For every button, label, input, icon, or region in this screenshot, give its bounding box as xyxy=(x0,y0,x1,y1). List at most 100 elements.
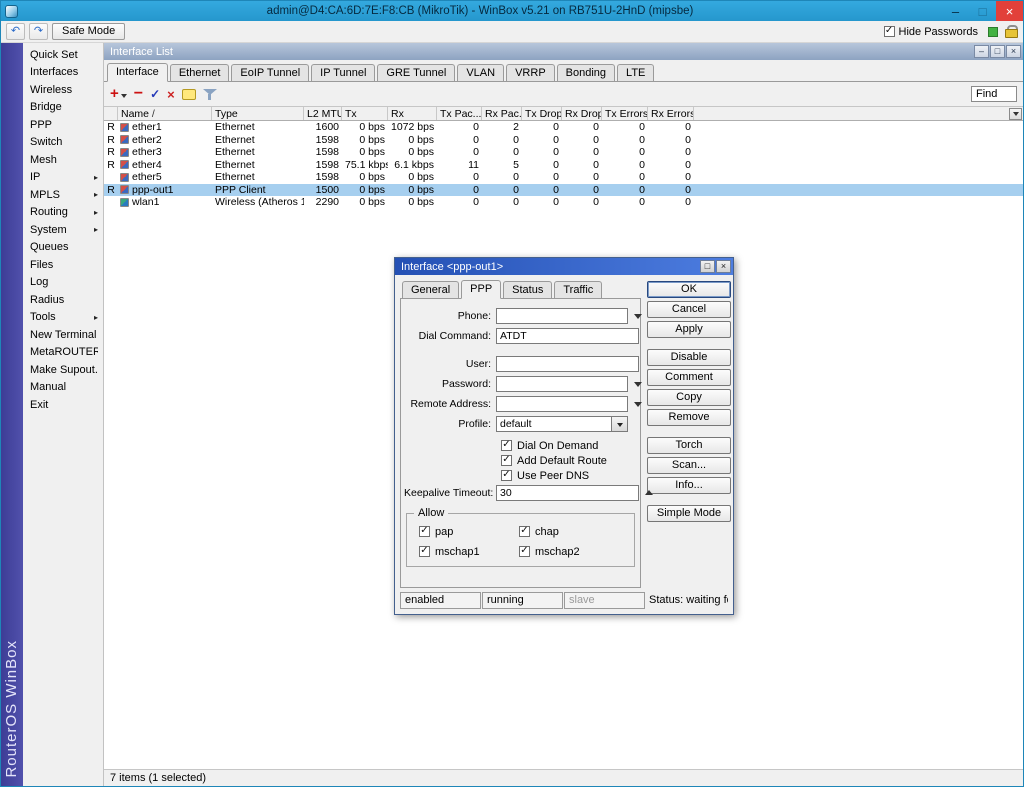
interface-list-titlebar[interactable]: Interface List – □ × xyxy=(104,43,1023,60)
keepalive-up-icon[interactable] xyxy=(645,486,653,495)
dialog-tab[interactable]: General xyxy=(402,281,459,298)
option-checkbox[interactable] xyxy=(501,455,512,466)
user-input[interactable] xyxy=(496,356,639,372)
profile-dropdown-icon[interactable] xyxy=(612,416,628,432)
sidebar-item[interactable]: MetaROUTER xyxy=(23,344,103,362)
remote-address-input[interactable] xyxy=(496,396,628,412)
allow-option-row[interactable]: pap xyxy=(419,524,519,539)
interface-list-tab[interactable]: Bonding xyxy=(557,64,615,81)
sidebar-item[interactable]: Mesh xyxy=(23,151,103,169)
safe-mode-button[interactable]: Safe Mode xyxy=(52,23,125,40)
dialog-button[interactable]: Torch xyxy=(647,437,731,454)
dialog-button[interactable]: Cancel xyxy=(647,301,731,318)
table-row[interactable]: R ppp-out1 PPP Client 1500 0 bps 0 bps 0 xyxy=(104,184,1023,197)
dialog-button[interactable]: Remove xyxy=(647,409,731,426)
profile-combobox[interactable] xyxy=(496,416,628,432)
disable-button[interactable]: × xyxy=(167,86,175,102)
column-header[interactable]: Tx Pac... xyxy=(437,107,482,120)
password-input[interactable] xyxy=(496,376,628,392)
table-row[interactable]: wlan1 Wireless (Atheros 11N) 2290 0 bps … xyxy=(104,196,1023,209)
remove-interface-button[interactable]: − xyxy=(134,86,143,102)
dialog-button[interactable]: Simple Mode xyxy=(647,505,731,522)
sidebar-item[interactable]: Log xyxy=(23,274,103,292)
interface-list-tab[interactable]: VLAN xyxy=(457,64,504,81)
sidebar-item[interactable]: System xyxy=(23,221,103,239)
sidebar-item[interactable]: Make Supout.rif xyxy=(23,361,103,379)
interface-list-tab[interactable]: GRE Tunnel xyxy=(377,64,455,81)
dialog-tab[interactable]: Status xyxy=(503,281,552,298)
option-checkbox[interactable] xyxy=(501,440,512,451)
dialog-restore-icon[interactable]: □ xyxy=(700,260,715,273)
column-header[interactable]: Rx Drops xyxy=(562,107,602,120)
maximize-window-icon[interactable]: □ xyxy=(969,1,996,21)
dialog-button[interactable]: Apply xyxy=(647,321,731,338)
sidebar-item[interactable]: Bridge xyxy=(23,99,103,117)
sidebar-item[interactable]: Quick Set xyxy=(23,46,103,64)
phone-dropdown-icon[interactable] xyxy=(634,314,642,323)
column-header[interactable]: Tx Drops xyxy=(522,107,562,120)
table-row[interactable]: ether5 Ethernet 1598 0 bps 0 bps 0 0 0 0 xyxy=(104,171,1023,184)
table-row[interactable]: R ether4 Ethernet 1598 75.1 kbps 6.1 kbp… xyxy=(104,159,1023,172)
table-row[interactable]: R ether1 Ethernet 1600 0 bps 1072 bps 0 xyxy=(104,121,1023,134)
dialog-button[interactable]: Disable xyxy=(647,349,731,366)
column-header[interactable]: L2 MTU xyxy=(304,107,342,120)
sidebar-item[interactable]: Switch xyxy=(23,134,103,152)
mdi-close-icon[interactable]: × xyxy=(1006,45,1021,58)
sidebar-item[interactable]: Queues xyxy=(23,239,103,257)
sidebar-item[interactable]: Wireless xyxy=(23,81,103,99)
mdi-maximize-icon[interactable]: □ xyxy=(990,45,1005,58)
allow-option-checkbox[interactable] xyxy=(419,546,430,557)
dialog-button[interactable]: Scan... xyxy=(647,457,731,474)
dialog-button[interactable]: Copy xyxy=(647,389,731,406)
sidebar-item[interactable]: PPP xyxy=(23,116,103,134)
sidebar-item[interactable]: Files xyxy=(23,256,103,274)
column-select-icon[interactable] xyxy=(1009,108,1022,120)
sidebar-item[interactable]: New Terminal xyxy=(23,326,103,344)
sidebar-item[interactable]: Interfaces xyxy=(23,64,103,82)
sidebar-item[interactable]: Tools xyxy=(23,309,103,327)
sidebar-item[interactable]: Routing xyxy=(23,204,103,222)
dialog-titlebar[interactable]: Interface <ppp-out1> □ × xyxy=(395,258,733,275)
column-header[interactable]: Rx Errors xyxy=(648,107,694,120)
column-header[interactable]: Tx xyxy=(342,107,388,120)
dial-command-input[interactable] xyxy=(496,328,639,344)
remote-address-dropdown-icon[interactable] xyxy=(634,402,642,411)
interface-list-tab[interactable]: VRRP xyxy=(506,64,555,81)
interface-list-tab[interactable]: LTE xyxy=(617,64,654,81)
option-row[interactable]: Dial On Demand xyxy=(501,438,637,453)
dialog-tab[interactable]: Traffic xyxy=(554,281,602,298)
allow-option-checkbox[interactable] xyxy=(419,526,430,537)
allow-option-row[interactable]: mschap1 xyxy=(419,544,519,559)
sidebar-item[interactable]: Exit xyxy=(23,396,103,414)
interface-list-tab[interactable]: Ethernet xyxy=(170,64,230,81)
interface-list-tab[interactable]: Interface xyxy=(107,63,168,82)
find-button[interactable]: Find xyxy=(971,86,1017,102)
sidebar-item[interactable]: MPLS xyxy=(23,186,103,204)
dialog-close-icon[interactable]: × xyxy=(716,260,731,273)
sidebar-item[interactable]: IP xyxy=(23,169,103,187)
allow-option-checkbox[interactable] xyxy=(519,526,530,537)
dialog-button[interactable]: OK xyxy=(647,281,731,298)
option-row[interactable]: Use Peer DNS xyxy=(501,468,637,483)
column-header[interactable]: Type xyxy=(212,107,304,120)
dialog-button[interactable]: Info... xyxy=(647,477,731,494)
minimize-window-icon[interactable]: – xyxy=(942,1,969,21)
allow-option-checkbox[interactable] xyxy=(519,546,530,557)
mdi-minimize-icon[interactable]: – xyxy=(974,45,989,58)
table-row[interactable]: R ether2 Ethernet 1598 0 bps 0 bps 0 xyxy=(104,134,1023,147)
enable-button[interactable]: ✓ xyxy=(150,86,160,102)
allow-option-row[interactable]: mschap2 xyxy=(519,544,619,559)
column-header[interactable]: Tx Errors xyxy=(602,107,648,120)
sidebar-item[interactable]: Manual xyxy=(23,379,103,397)
interface-list-tab[interactable]: EoIP Tunnel xyxy=(231,64,309,81)
dialog-button[interactable]: Comment xyxy=(647,369,731,386)
column-header[interactable]: Rx Pac... xyxy=(482,107,522,120)
password-dropdown-icon[interactable] xyxy=(634,382,642,391)
filter-icon[interactable] xyxy=(203,88,217,101)
comment-icon[interactable] xyxy=(182,89,196,100)
undo-icon[interactable]: ↶ xyxy=(6,23,25,40)
close-window-icon[interactable]: × xyxy=(996,1,1023,21)
allow-option-row[interactable]: chap xyxy=(519,524,619,539)
keepalive-timeout-input[interactable] xyxy=(496,485,639,501)
column-header[interactable] xyxy=(104,107,118,120)
